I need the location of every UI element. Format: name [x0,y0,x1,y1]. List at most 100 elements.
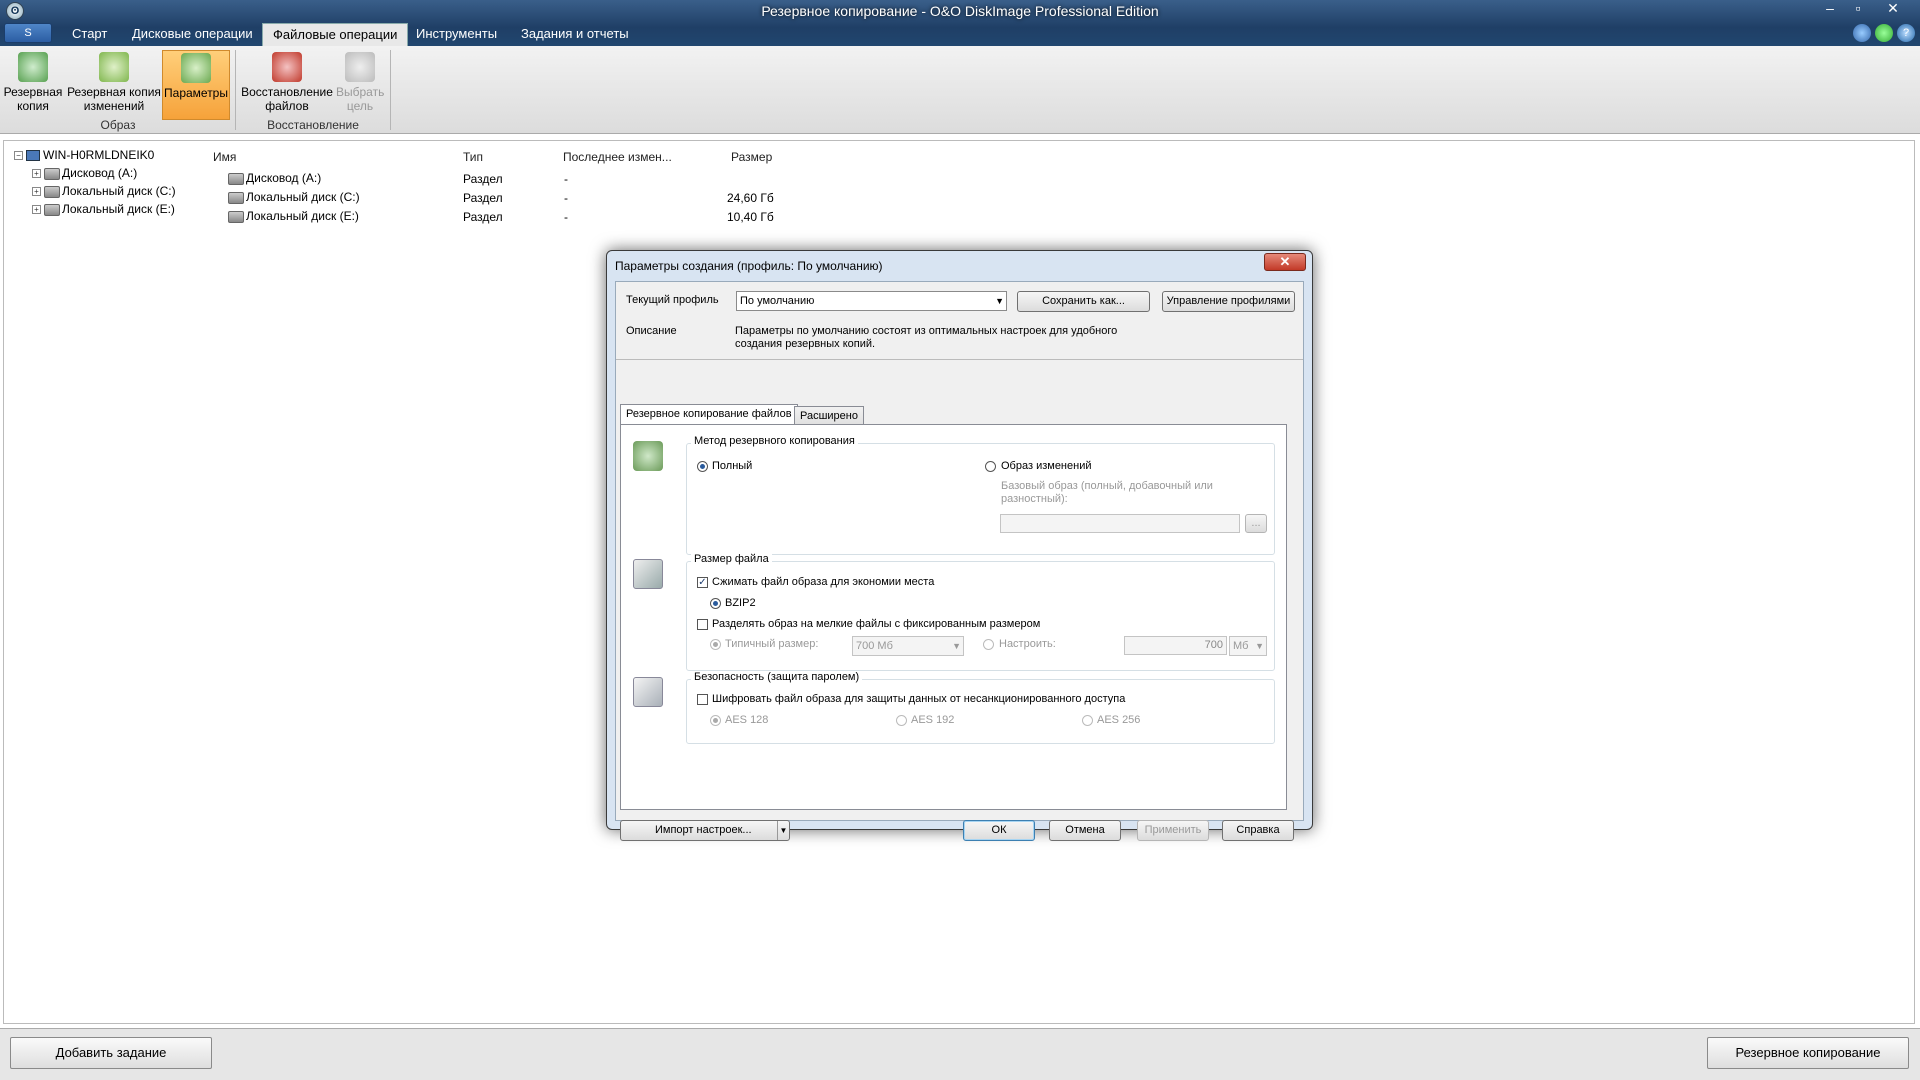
column-header-modified[interactable]: Последнее измен... [563,150,672,164]
column-header-name[interactable]: Имя [213,150,236,164]
ok-button[interactable]: ОК [963,820,1035,841]
typical-size-select[interactable]: 700 Мб ▼ [852,636,964,656]
bzip2-label: BZIP2 [725,597,756,609]
aes128-label: AES 128 [725,714,769,726]
refresh-icon[interactable] [1853,24,1871,42]
dropdown-arrow-icon: ▼ [995,296,1004,306]
aes256-radio[interactable] [1082,715,1093,726]
add-task-button[interactable]: Добавить задание [10,1037,212,1069]
system-drive-icon [228,191,244,204]
row-type: Раздел [463,210,503,224]
custom-unit-select[interactable]: Мб ▼ [1229,636,1267,656]
split-checkbox[interactable] [697,619,708,630]
expand-icon[interactable]: + [32,169,41,179]
save-as-button[interactable]: Сохранить как... [1017,291,1150,312]
manage-profiles-button[interactable]: Управление профилями [1162,291,1295,312]
row-modified: - [564,210,568,224]
tab-file-backup[interactable]: Резервное копирование файлов [620,404,798,425]
table-row[interactable]: Дисковод (A:) [228,171,321,185]
window-title: Резервное копирование - O&O DiskImage Pr… [761,3,1159,19]
apply-button[interactable]: Применить [1137,820,1209,841]
expand-icon[interactable]: + [32,187,41,197]
split-label: Разделять образ на мелкие файлы с фиксир… [712,618,1041,630]
diff-label: Образ изменений [1001,460,1092,472]
tree-item-drive-c[interactable]: + Локальный диск (C:) [32,184,176,198]
table-row[interactable]: Локальный диск (E:) [228,209,359,223]
base-image-input[interactable] [1000,514,1240,533]
browse-button[interactable]: ... [1245,514,1267,533]
row-modified: - [564,191,568,205]
backup-method-icon [633,441,663,471]
disk-drive-icon [228,210,244,223]
column-header-type[interactable]: Тип [463,150,483,164]
compress-checkbox[interactable]: ✓ [697,577,708,588]
restore-files-button[interactable]: Восстановление файлов [240,50,334,120]
encrypt-label: Шифровать файл образа для защиты данных … [712,693,1126,705]
maximize-button[interactable]: ▫ [1845,0,1871,18]
expand-icon[interactable]: + [32,205,41,215]
bzip2-radio[interactable] [710,598,721,609]
table-row[interactable]: Локальный диск (C:) [228,190,360,204]
dropdown-arrow-icon: ▼ [952,641,961,651]
cancel-button[interactable]: Отмена [1049,820,1121,841]
bottom-bar: Добавить задание Резервное копирование [0,1028,1920,1080]
tree-item-drive-e[interactable]: + Локальный диск (E:) [32,202,175,216]
dialog-title: Параметры создания (профиль: По умолчани… [615,259,883,273]
encrypt-checkbox[interactable] [697,694,708,705]
start-backup-button[interactable]: Резервное копирование [1707,1037,1909,1069]
help-icon[interactable]: ? [1897,24,1915,42]
aes256-label: AES 256 [1097,714,1141,726]
file-size-icon [633,559,663,589]
minimize-button[interactable]: – [1817,0,1843,18]
tab-advanced[interactable]: Расширено [794,406,864,425]
custom-size-input[interactable]: 700 [1124,636,1227,655]
column-header-size[interactable]: Размер [731,150,772,164]
base-image-label: Базовый образ (полный, добавочный или ра… [1001,480,1213,505]
backup-icon [18,52,48,82]
target-icon [345,52,375,82]
custom-size-label: Настроить: [999,638,1056,650]
collapse-icon[interactable]: − [14,151,23,161]
security-icon [633,677,663,707]
aes192-radio[interactable] [896,715,907,726]
tree-root[interactable]: − WIN-H0RMLDNEIK0 [14,148,154,162]
tree-item-drive-a[interactable]: + Дисковод (A:) [32,166,137,180]
tab-file-operations[interactable]: Файловые операции [262,23,409,46]
choose-target-button[interactable]: Выбрать цель [336,50,384,120]
diff-radio[interactable] [985,461,996,472]
close-button[interactable]: ✕ [1880,0,1906,18]
tab-tasks-reports[interactable]: Задания и отчеты [511,23,639,45]
dialog-body: Текущий профиль По умолчанию ▼ Сохранить … [615,281,1304,841]
import-settings-button[interactable]: Импорт настроек... ▼ [620,820,790,841]
title-bar: ʘ Резервное копирование - O&O DiskImage … [0,0,1920,46]
floppy-drive-icon [44,167,60,180]
typical-size-radio[interactable] [710,639,721,650]
dropdown-arrow-icon[interactable]: ▼ [777,821,789,840]
tab-disk-operations[interactable]: Дисковые операции [122,23,263,45]
row-type: Раздел [463,191,503,205]
tab-start[interactable]: Старт [62,23,117,45]
dialog-close-button[interactable]: ✕ [1264,253,1306,271]
compress-label: Сжимать файл образа для экономии места [712,576,935,588]
settings-icon[interactable] [1875,24,1893,42]
typical-size-label: Типичный размер: [725,638,819,650]
method-title: Метод резервного копирования [691,435,858,447]
row-size: 24,60 Гб [727,191,774,205]
profile-label: Текущий профиль [626,294,719,306]
group-label-image: Образ [100,118,136,132]
row-size: 10,40 Гб [727,210,774,224]
diff-backup-button[interactable]: Резервная копия изменений [66,50,162,120]
tree-root-label: WIN-H0RMLDNEIK0 [43,148,155,162]
custom-size-radio[interactable] [983,639,994,650]
parameters-dialog: Параметры создания (профиль: По умолчани… [606,250,1313,841]
tab-tools[interactable]: Инструменты [406,23,507,45]
profile-select[interactable]: По умолчанию ▼ [736,291,1007,311]
backup-button[interactable]: Резервная копия [2,50,64,120]
full-label: Полный [712,460,753,472]
app-menu-button[interactable]: S [4,23,52,43]
aes128-radio[interactable] [710,715,721,726]
help-button[interactable]: Справка [1222,820,1294,841]
full-radio[interactable] [697,461,708,472]
gear-icon [181,53,211,83]
parameters-button[interactable]: Параметры [162,50,230,120]
